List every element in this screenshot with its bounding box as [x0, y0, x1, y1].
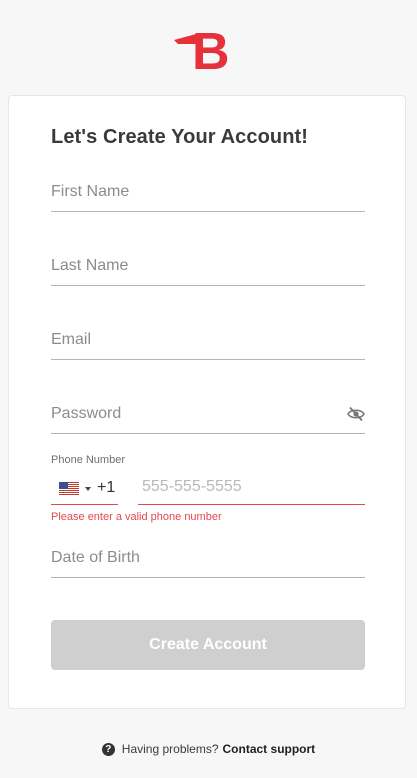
last-name-field[interactable]: Last Name — [51, 250, 365, 286]
first-name-placeholder: First Name — [51, 183, 130, 200]
help-footer: ? Having problems? Contact support — [0, 740, 417, 758]
date-of-birth-field[interactable]: Date of Birth — [51, 542, 365, 578]
help-text: Having problems? — [121, 742, 219, 756]
phone-label: Phone Number — [51, 454, 125, 466]
email-field[interactable]: Email — [51, 324, 365, 360]
last-name-placeholder: Last Name — [51, 257, 129, 274]
brand-logo: B — [0, 20, 417, 76]
country-code-select[interactable]: +1 — [51, 472, 118, 505]
password-field[interactable]: Password — [51, 398, 365, 434]
phone-placeholder: 555-555-5555 — [142, 478, 242, 495]
email-placeholder: Email — [51, 331, 92, 348]
page-title: Let's Create Your Account! — [51, 126, 309, 148]
contact-support-link[interactable]: Contact support — [223, 742, 316, 756]
caret-down-icon — [85, 486, 91, 491]
us-flag-icon — [59, 481, 79, 495]
date-of-birth-placeholder: Date of Birth — [51, 549, 140, 566]
country-code: +1 — [97, 479, 116, 496]
brand-logo-letter: B — [192, 23, 230, 74]
eye-slash-icon[interactable] — [347, 406, 365, 422]
create-account-button[interactable]: Create Account — [51, 620, 365, 670]
password-placeholder: Password — [51, 405, 122, 422]
phone-input[interactable]: 555-555-5555 — [138, 472, 365, 505]
question-icon: ? — [101, 742, 115, 756]
signup-card: Let's Create Your Account! First Name La… — [8, 95, 406, 709]
first-name-field[interactable]: First Name — [51, 176, 365, 212]
phone-error-message: Please enter a valid phone number — [51, 511, 222, 523]
